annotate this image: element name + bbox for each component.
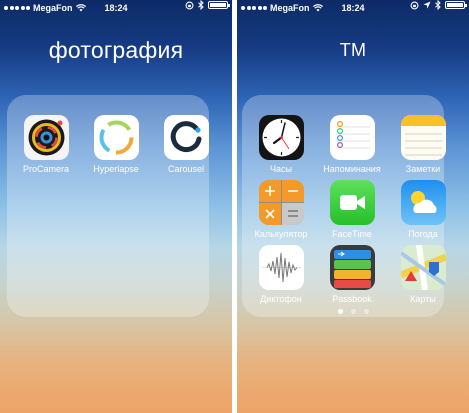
folder-title[interactable]: фотография	[0, 37, 232, 64]
page-dot[interactable]	[350, 309, 356, 314]
rotation-lock-icon	[185, 1, 194, 9]
calculator-icon	[258, 180, 304, 225]
notes-icon	[400, 115, 446, 160]
status-bar: MegaFon 18:24	[0, 0, 232, 16]
app-voice-memos[interactable]: Диктофон	[246, 245, 316, 304]
passbook-icon	[329, 245, 375, 290]
voice-memos-icon	[258, 245, 304, 290]
reminders-icon	[329, 115, 375, 160]
battery-icon	[445, 1, 467, 9]
app-calculator[interactable]: Калькулятор	[246, 180, 316, 239]
rotation-lock-icon	[410, 1, 419, 9]
page-dot[interactable]	[337, 309, 343, 314]
app-facetime[interactable]: FaceTime	[317, 180, 387, 239]
weather-icon	[400, 180, 446, 225]
app-carousel[interactable]: Carousel	[151, 115, 221, 174]
battery-icon	[208, 1, 230, 9]
app-clock[interactable]: Часы	[246, 115, 316, 174]
app-reminders[interactable]: Напоминания	[317, 115, 387, 174]
status-bar: MegaFon 18:24	[237, 0, 469, 16]
page-dot[interactable]	[363, 309, 369, 314]
app-label: Напоминания	[323, 164, 381, 174]
app-notes[interactable]: Заметки	[388, 115, 458, 174]
location-icon	[423, 1, 431, 9]
bluetooth-icon	[435, 0, 441, 10]
home-screen-right: MegaFon 18:24 TM Часы Напоминания Заметк…	[237, 0, 469, 413]
app-label: Passbook	[332, 294, 372, 304]
bluetooth-icon	[198, 0, 204, 10]
app-label: ProCamera	[22, 164, 69, 174]
carousel-icon	[163, 115, 209, 160]
clock-icon	[258, 115, 304, 160]
app-label: Калькулятор	[254, 229, 308, 239]
home-screen-left: MegaFon 18:24 фотография ProCamera Hyper…	[0, 0, 232, 413]
app-label: Заметки	[405, 164, 441, 174]
app-label: FaceTime	[332, 229, 372, 239]
hyperlapse-icon	[93, 115, 139, 160]
facetime-icon	[329, 180, 375, 225]
app-label: Carousel	[167, 164, 205, 174]
app-label: Hyperlapse	[93, 164, 139, 174]
app-passbook[interactable]: Passbook	[317, 245, 387, 304]
maps-icon	[400, 245, 446, 290]
app-maps[interactable]: Карты	[388, 245, 458, 304]
app-label: Диктофон	[260, 294, 302, 304]
app-label: Погода	[408, 229, 438, 239]
page-indicator[interactable]	[237, 309, 469, 314]
app-label: Карты	[410, 294, 436, 304]
app-procamera[interactable]: ProCamera	[11, 115, 81, 174]
app-weather[interactable]: Погода	[388, 180, 458, 239]
app-hyperlapse[interactable]: Hyperlapse	[81, 115, 151, 174]
procamera-icon	[23, 115, 69, 160]
app-label: Часы	[270, 164, 292, 174]
folder-title[interactable]: TM	[237, 40, 469, 61]
